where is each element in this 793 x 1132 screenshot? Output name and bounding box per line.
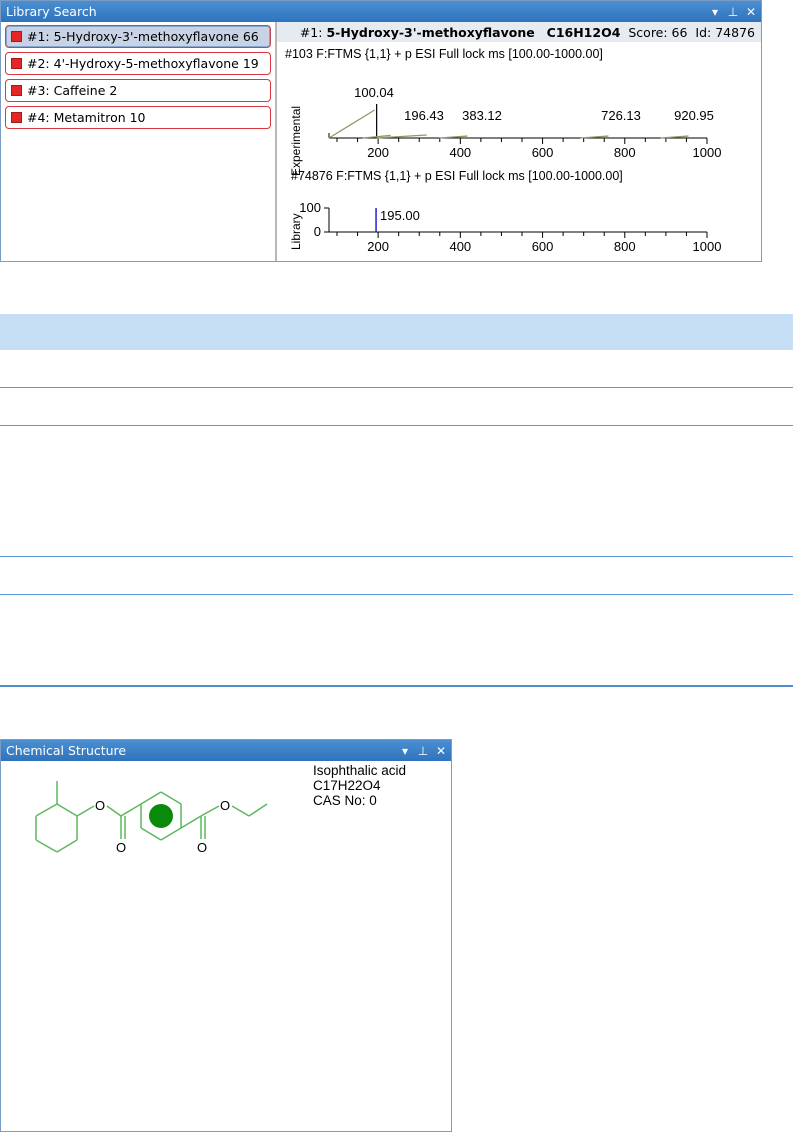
divider-line [0,387,793,388]
bond-line [35,839,58,853]
bond-line [140,791,162,805]
experimental-tick-label: 400 [449,145,471,160]
spectrum-area: #1: 5-Hydroxy-3'-methoxyflavone C16H12O4… [277,22,761,261]
library-axis-label: Library [289,213,303,250]
bond-line [248,803,268,817]
library-y-tick-label: 100 [299,200,321,215]
experimental-tick-label: 200 [367,145,389,160]
library-tick-label: 600 [532,239,554,254]
hit-label: #4: Metamitron 10 [27,110,146,125]
bond-line [180,815,202,829]
library-y-tick-label: 0 [314,224,321,239]
bond-line [76,805,95,817]
match-id: Id: 74876 [695,24,755,40]
oxygen-atom-label: O [197,840,207,855]
spectrum-header: #1: 5-Hydroxy-3'-methoxyflavone C16H12O4… [277,22,761,42]
bond-line [231,805,250,817]
match-rank: #1: [299,24,323,40]
match-score: Score: 66 [628,24,688,40]
pin-icon[interactable]: ⊥ [415,743,431,759]
hit-item-4[interactable]: #4: Metamitron 10 [5,106,271,129]
divider-line [0,556,793,557]
experimental-chart-title: #103 F:FTMS {1,1} + p ESI Full lock ms [… [285,47,603,61]
chemical-structure-body: O O O O Isophthalic acid C17H22O4 CAS No: 0 [1,761,451,1131]
bond-line [56,839,78,853]
library-chart-title: #74876 F:FTMS {1,1} + p ESI Full lock ms… [291,169,623,183]
compound-formula: C17H22O4 [313,778,381,793]
library-search-title: Library Search [6,4,97,19]
hit-label: #2: 4'-Hydroxy-5-methoxyflavone 19 [27,56,259,71]
bond-line [106,805,122,817]
bond-line [160,791,182,805]
close-icon[interactable]: ✕ [433,743,449,759]
divider-line [0,425,793,426]
experimental-tick-label: 800 [614,145,636,160]
bond-line [200,805,220,817]
hit-label: #3: Caffeine 2 [27,83,118,98]
experimental-peak-label: 383.12 [462,108,502,123]
hit-item-1[interactable]: #1: 5-Hydroxy-3'-methoxyflavone 66 [5,25,271,48]
hit-item-3[interactable]: #3: Caffeine 2 [5,79,271,102]
library-tick-label: 400 [449,239,471,254]
chemical-structure-panel: Chemical Structure ▾ ⊥ ✕ O O O O Isophthali… [0,739,452,1132]
library-tick-label: 200 [367,239,389,254]
match-formula: C16H12O4 [546,24,621,40]
bond-line [56,803,78,817]
compound-info: Isophthalic acid C17H22O4 CAS No: 0 [313,763,406,808]
hit-label: #1: 5-Hydroxy-3'-methoxyflavone 66 [27,29,259,44]
bond-line [120,803,142,817]
bond-line [140,827,162,841]
red-square-icon [11,58,22,69]
red-square-icon [11,85,22,96]
hit-item-2[interactable]: #2: 4'-Hydroxy-5-methoxyflavone 19 [5,52,271,75]
experimental-peak-label: 100.04 [354,85,394,100]
experimental-tick-label: 600 [532,145,554,160]
chemical-structure-title: Chemical Structure [6,743,127,758]
library-tick-label: 800 [614,239,636,254]
pin-icon[interactable]: ⊥ [725,4,741,20]
molecule-structure-drawing: O O O O [35,781,268,855]
experimental-peak-label: 196.43 [404,108,444,123]
experimental-peak-label: 920.95 [674,108,714,123]
compound-cas: CAS No: 0 [313,793,377,808]
library-peak-label: 195.00 [380,208,420,223]
red-square-icon [11,31,22,42]
close-icon[interactable]: ✕ [743,4,759,20]
aromatic-ring-circle [149,804,173,828]
match-compound-name: 5-Hydroxy-3'-methoxyflavone [326,24,535,40]
experimental-axis-label: Experimental [289,106,303,176]
red-square-icon [11,112,22,123]
oxygen-atom-label: O [220,798,230,813]
divider-line [0,594,793,595]
library-search-body: #1: 5-Hydroxy-3'-methoxyflavone 66 #2: 4… [1,22,761,261]
experimental-peak-label: 726.13 [601,108,641,123]
dropdown-arrow-icon[interactable]: ▾ [397,743,413,759]
experimental-tick-label: 1000 [693,145,722,160]
experimental-peak [328,109,375,139]
spectrum-charts[interactable]: #103 F:FTMS {1,1} + p ESI Full lock ms [… [277,42,759,261]
oxygen-atom-label: O [116,840,126,855]
bond-line [35,803,58,817]
library-search-titlebar[interactable]: Library Search ▾ ⊥ ✕ [1,1,761,22]
dropdown-arrow-icon[interactable]: ▾ [707,4,723,20]
hit-list: #1: 5-Hydroxy-3'-methoxyflavone 66 #2: 4… [1,22,277,261]
chemical-structure-titlebar[interactable]: Chemical Structure ▾ ⊥ ✕ [1,740,451,761]
oxygen-atom-label: O [95,798,105,813]
divider-line [0,685,793,687]
bond-line [160,827,182,841]
table-header-band [0,314,793,350]
compound-name: Isophthalic acid [313,763,407,778]
library-tick-label: 1000 [693,239,722,254]
library-search-panel: Library Search ▾ ⊥ ✕ #1: 5-Hydroxy-3'-me… [0,0,762,262]
